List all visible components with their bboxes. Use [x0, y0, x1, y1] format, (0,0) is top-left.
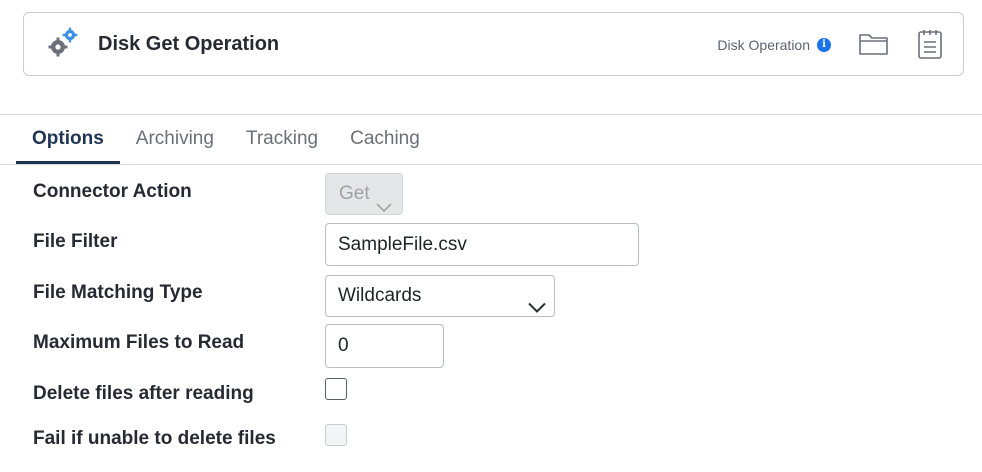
operation-type-label: Disk Operation — [717, 37, 810, 53]
fail-delete-checkbox — [325, 424, 347, 446]
tab-caching[interactable]: Caching — [334, 116, 436, 163]
page-title: Disk Get Operation — [98, 33, 280, 55]
operation-header: Disk Get Operation Disk Operation i — [23, 12, 964, 76]
delete-after-checkbox[interactable] — [325, 378, 347, 400]
gears-icon — [48, 27, 80, 59]
tab-archiving[interactable]: Archiving — [120, 116, 230, 163]
fail-delete-label: Fail if unable to delete files — [33, 428, 276, 449]
folder-icon[interactable] — [858, 31, 890, 62]
connector-action-label: Connector Action — [33, 181, 192, 202]
file-matching-type-label: File Matching Type — [33, 282, 203, 303]
tab-bar: Options Archiving Tracking Caching — [16, 116, 436, 164]
chevron-down-icon — [528, 289, 546, 329]
tab-divider — [0, 164, 982, 165]
chevron-down-icon — [376, 188, 392, 228]
file-matching-type-select[interactable]: Wildcards — [325, 275, 555, 317]
tab-tracking[interactable]: Tracking — [230, 116, 334, 163]
tab-options[interactable]: Options — [16, 116, 120, 164]
max-files-input[interactable] — [325, 324, 444, 368]
delete-after-label: Delete files after reading — [33, 383, 254, 404]
max-files-label: Maximum Files to Read — [33, 332, 245, 353]
connector-action-value: Get — [339, 183, 370, 204]
file-filter-label: File Filter — [33, 231, 118, 252]
file-filter-input[interactable] — [325, 223, 639, 266]
connector-action-select: Get — [325, 173, 403, 215]
header-divider — [0, 114, 982, 115]
file-matching-type-value: Wildcards — [338, 285, 422, 306]
notes-icon[interactable] — [916, 28, 944, 65]
info-icon[interactable]: i — [817, 38, 831, 52]
